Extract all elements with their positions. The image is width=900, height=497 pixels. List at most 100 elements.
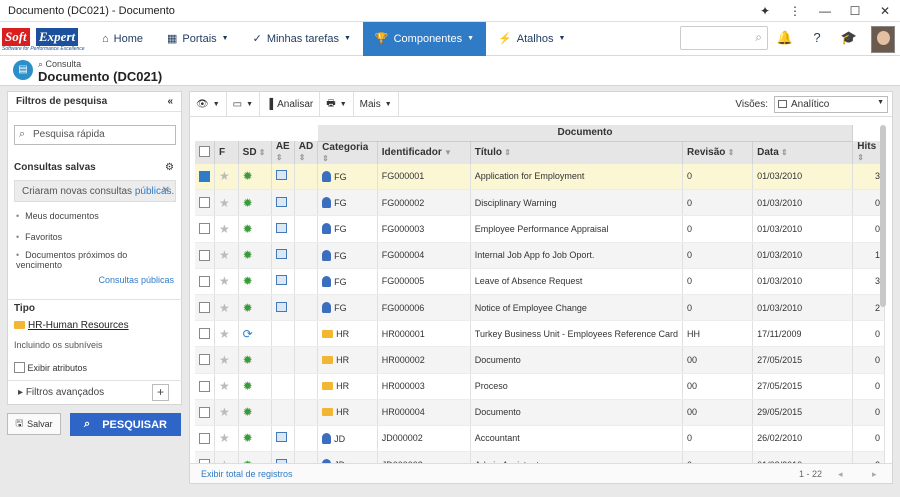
close-button[interactable]: ✕: [870, 0, 900, 22]
type-value[interactable]: HR-Human Resources: [14, 320, 129, 331]
collapse-icon[interactable]: «: [167, 96, 173, 107]
softexpert-logo[interactable]: Soft Expert Software for Performance Exc…: [2, 22, 90, 56]
saved-item-favoritos[interactable]: Favoritos: [16, 232, 171, 242]
star-icon[interactable]: ★: [219, 379, 230, 393]
table-row[interactable]: ★ ✹ FG FG000006 Notice of Employee Change 0 01…: [195, 294, 885, 322]
attachment-icon[interactable]: [275, 275, 287, 286]
avatar[interactable]: [871, 26, 895, 53]
attachment-icon[interactable]: [275, 170, 287, 181]
extension-icon[interactable]: ✦: [750, 0, 780, 22]
settings-icon[interactable]: ⚙: [165, 162, 174, 173]
close-icon[interactable]: ✕: [162, 185, 170, 196]
attachment-icon[interactable]: [275, 432, 287, 443]
row-checkbox[interactable]: [195, 320, 215, 348]
column-header[interactable]: Título ⇕: [470, 141, 684, 164]
row-checkbox[interactable]: [195, 163, 215, 191]
lightning-icon: ⚡: [498, 33, 512, 45]
column-header[interactable]: AE ⇕: [271, 141, 295, 164]
table-row[interactable]: ★ ✹ HR HR000004 Documento 00 29/05/2015 0: [195, 399, 885, 426]
attachment-icon[interactable]: [275, 196, 287, 207]
documents-table: Documento F SD ⇕ AE ⇕ AD ⇕ Categoria ⇕ Identi…: [195, 125, 885, 479]
column-header[interactable]: Data ⇕: [752, 141, 854, 164]
table-row[interactable]: ★ ⟳ HR HR000001 Turkey Business Unit - Emplo…: [195, 320, 885, 348]
user-icon: [322, 197, 332, 209]
saved-item-vencimento[interactable]: Documentos próximos do vencimento: [16, 250, 171, 270]
attachment-icon[interactable]: [275, 249, 287, 260]
caret-down-icon: ▼: [221, 35, 229, 42]
column-header[interactable]: Revisão ⇕: [682, 141, 754, 164]
column-header[interactable]: Categoria ⇕: [317, 141, 378, 164]
star-icon[interactable]: ★: [219, 169, 230, 183]
public-queries-link[interactable]: Consultas públicas: [98, 275, 174, 285]
show-total-link[interactable]: Exibir total de registros: [201, 469, 293, 479]
select-all-checkbox[interactable]: [195, 141, 215, 164]
row-checkbox[interactable]: [195, 399, 215, 426]
row-checkbox[interactable]: [195, 268, 215, 295]
print-button[interactable]: 🖶 ▼: [320, 91, 354, 117]
show-attributes-checkbox[interactable]: Exibir atributos: [14, 362, 87, 373]
star-icon[interactable]: ★: [219, 431, 230, 445]
attachment-icon[interactable]: [275, 222, 287, 233]
star-icon[interactable]: ★: [219, 274, 230, 288]
next-page-icon[interactable]: ▸: [872, 469, 877, 480]
help-icon[interactable]: ?: [808, 30, 826, 48]
folder-icon: [322, 355, 334, 364]
star-icon[interactable]: ★: [219, 222, 230, 236]
star-icon[interactable]: ★: [219, 196, 230, 210]
star-icon[interactable]: ★: [219, 405, 230, 419]
save-button[interactable]: 🖫 Salvar: [7, 413, 61, 435]
add-icon[interactable]: +: [152, 384, 169, 401]
maximize-button[interactable]: ☐: [840, 0, 870, 22]
bell-icon[interactable]: 🔔: [776, 30, 794, 48]
gear-icon: ✹: [242, 405, 253, 420]
star-icon[interactable]: ★: [219, 353, 230, 367]
table-row[interactable]: ★ ✹ HR HR000002 Documento 00 27/05/2015 0: [195, 346, 885, 374]
table-row[interactable]: ★ ✹ JD JD000002 Accountant 0 26/02/2010 0: [195, 425, 885, 453]
layout-button[interactable]: ▭ ▼: [227, 91, 261, 117]
row-checkbox[interactable]: [195, 189, 215, 217]
nav-minhas-tarefas[interactable]: ✓ Minhas tarefas ▼: [241, 22, 363, 56]
analyze-button[interactable]: ▐ Analisar: [260, 91, 321, 117]
attachment-icon[interactable]: [275, 301, 287, 312]
home-icon: ⌂: [102, 32, 109, 45]
table-row[interactable]: ★ ✹ FG FG000005 Leave of Absence Request 0 01/…: [195, 268, 885, 295]
row-checkbox[interactable]: [195, 346, 215, 374]
nav-home[interactable]: ⌂ Home: [90, 22, 155, 56]
window-title: Documento (DC021) - Documento: [8, 4, 175, 17]
table-row[interactable]: ★ ✹ FG FG000003 Employee Performance Apprais…: [195, 215, 885, 243]
quick-search-input[interactable]: ⌕ Pesquisa rápida: [14, 125, 176, 145]
minimize-button[interactable]: —: [810, 0, 840, 22]
prev-page-icon[interactable]: ◂: [838, 469, 843, 480]
row-checkbox[interactable]: [195, 215, 215, 243]
pager-info: 1 - 22: [799, 469, 823, 479]
column-header[interactable]: F: [214, 141, 239, 164]
more-icon[interactable]: ⋮: [780, 0, 810, 22]
row-checkbox[interactable]: [195, 425, 215, 453]
nav-portais[interactable]: ▦ Portais ▼: [155, 22, 241, 56]
graduation-cap-icon[interactable]: 🎓: [840, 30, 858, 48]
star-icon[interactable]: ★: [219, 301, 230, 315]
nav-atalhos[interactable]: ⚡ Atalhos ▼: [486, 22, 577, 56]
nav-componentes[interactable]: 🏆 Componentes ▼: [362, 21, 487, 56]
column-header[interactable]: AD ⇕: [294, 141, 319, 164]
table-row[interactable]: ★ ✹ FG FG000004 Internal Job App fo Job Opor…: [195, 242, 885, 269]
vertical-scrollbar[interactable]: [880, 125, 886, 307]
star-icon[interactable]: ★: [219, 327, 230, 341]
global-search-input[interactable]: ⌕: [680, 26, 768, 50]
advanced-filters[interactable]: ▸ Filtros avançados +: [8, 380, 182, 404]
folder-icon: [322, 408, 334, 417]
column-header[interactable]: Identificador ▼: [377, 141, 471, 164]
more-button[interactable]: Mais ▼: [354, 91, 399, 117]
table-row[interactable]: ★ ✹ FG FG000002 Disciplinary Warning 0 01/03/2…: [195, 189, 885, 217]
view-button[interactable]: 👁 ▼: [190, 91, 227, 117]
table-row[interactable]: ★ ✹ FG FG000001 Application for Employment 0 0…: [195, 163, 885, 191]
row-checkbox[interactable]: [195, 242, 215, 269]
search-button[interactable]: ⌕ PESQUISAR: [70, 413, 181, 436]
row-checkbox[interactable]: [195, 294, 215, 322]
table-row[interactable]: ★ ✹ HR HR000003 Proceso 00 27/05/2015 0: [195, 373, 885, 400]
views-select[interactable]: Analítico ▼: [774, 96, 888, 113]
row-checkbox[interactable]: [195, 373, 215, 400]
star-icon[interactable]: ★: [219, 248, 230, 262]
column-header[interactable]: SD ⇕: [238, 141, 272, 164]
saved-item-meus-documentos[interactable]: Meus documentos: [16, 211, 171, 221]
